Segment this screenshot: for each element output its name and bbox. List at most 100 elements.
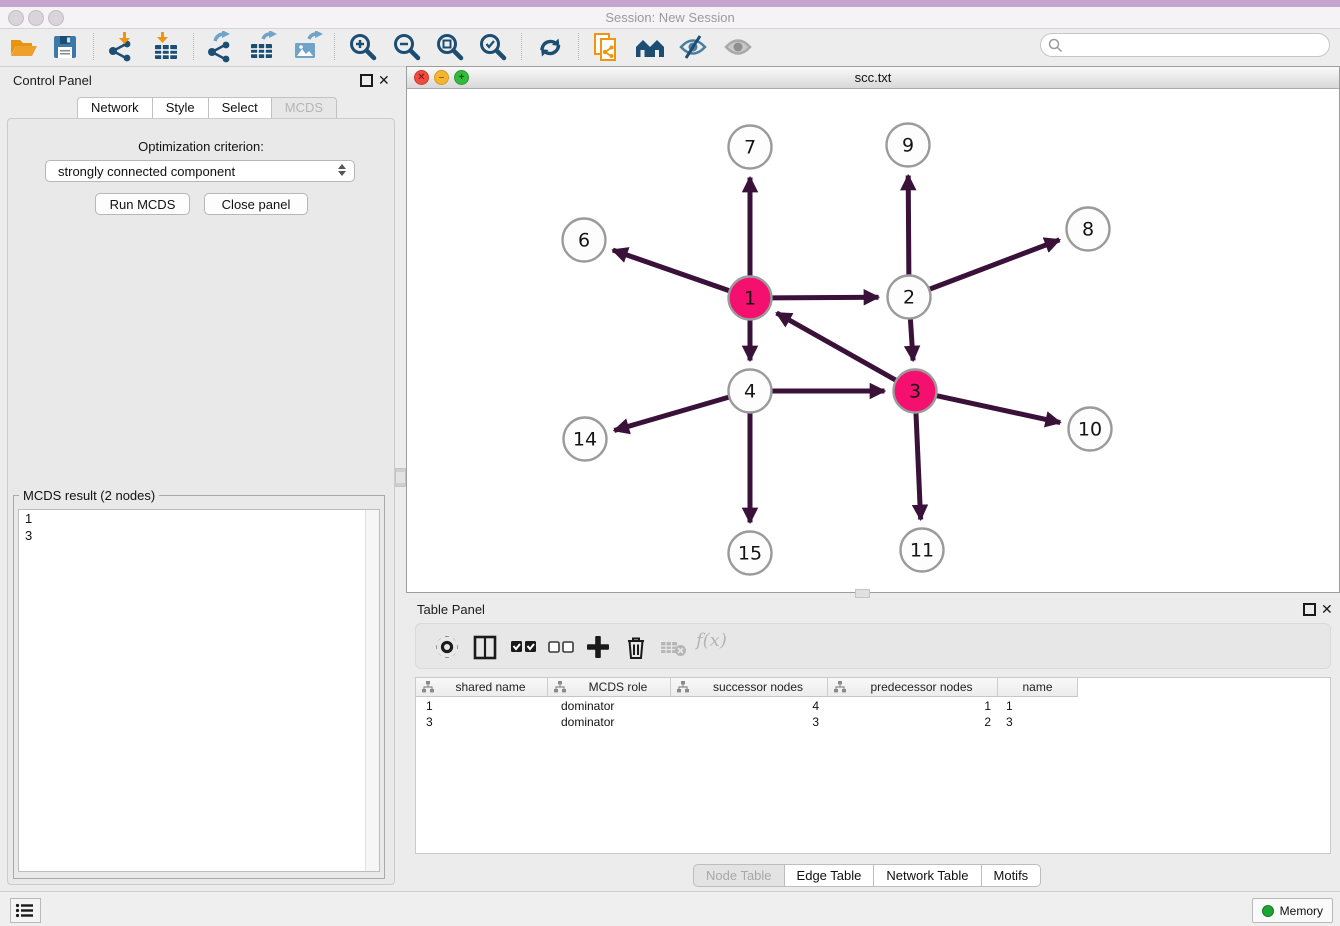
vertical-splitter-handle[interactable] — [395, 468, 406, 487]
minimize-window-button[interactable] — [28, 10, 44, 26]
delete-column-icon[interactable] — [621, 632, 651, 662]
node-table: shared name MCDS role successor nodes pr… — [415, 677, 1331, 854]
function-builder-icon[interactable]: f(x) — [696, 630, 726, 660]
zoom-fit-icon[interactable] — [434, 31, 466, 63]
chevron-updown-icon — [338, 164, 346, 176]
graph-edge-2-8[interactable] — [929, 240, 1059, 290]
show-log-console-button[interactable] — [10, 898, 41, 923]
graph-edge-3-10[interactable] — [936, 396, 1060, 423]
new-network-from-selection-icon[interactable] — [590, 31, 622, 63]
split-columns-icon[interactable] — [470, 632, 500, 662]
graph-edge-1-2[interactable] — [771, 297, 878, 298]
zoom-in-icon[interactable] — [347, 31, 379, 63]
maximize-window-button[interactable] — [48, 10, 64, 26]
graph-node-label: 1 — [744, 288, 756, 310]
tab-network-table[interactable]: Network Table — [873, 864, 980, 887]
column-header-predecessor-nodes[interactable]: predecessor nodes — [828, 678, 998, 696]
list-icon — [15, 903, 34, 918]
table-panel-tabs: Node Table Edge Table Network Table Moti… — [693, 864, 1041, 887]
hierarchy-icon — [677, 681, 689, 693]
refresh-layout-icon[interactable] — [534, 31, 566, 63]
main-toolbar — [0, 29, 1340, 67]
graph-node-label: 11 — [910, 540, 934, 562]
graph-edge-4-14[interactable] — [614, 397, 729, 430]
column-header-successor-nodes[interactable]: successor nodes — [671, 678, 828, 696]
table-float-panel-icon[interactable] — [1303, 603, 1316, 621]
table-row[interactable]: 3 dominator 3 2 3 — [416, 714, 1078, 730]
network-window-titlebar[interactable]: ✕ – + scc.txt — [407, 67, 1339, 89]
graph-node-label: 9 — [902, 135, 914, 157]
column-header-name[interactable]: name — [998, 678, 1078, 696]
tab-mcds[interactable]: MCDS — [271, 97, 337, 119]
graph-edge-3-1[interactable] — [777, 313, 897, 380]
memory-button[interactable]: Memory — [1252, 898, 1333, 923]
column-label: MCDS role — [566, 680, 670, 694]
optimization-criterion-select[interactable]: strongly connected component — [45, 160, 355, 182]
graph-node-label: 15 — [738, 543, 762, 565]
graph-node-label: 6 — [578, 230, 590, 252]
table-row[interactable]: 1 dominator 4 1 1 — [416, 698, 1078, 714]
column-label: name — [998, 680, 1077, 694]
deselect-all-icon[interactable] — [546, 632, 576, 662]
toolbar-separator — [334, 33, 335, 60]
control-panel-header: Control Panel ✕ — [0, 66, 400, 94]
open-folder-icon[interactable] — [7, 31, 39, 63]
zoom-out-icon[interactable] — [391, 31, 423, 63]
column-label: successor nodes — [689, 680, 827, 694]
result-scrollbar[interactable] — [365, 510, 379, 871]
control-panel-tabs: Network Style Select MCDS — [77, 97, 337, 119]
window-titlebar: Session: New Session — [0, 7, 1340, 29]
optimization-criterion-value: strongly connected component — [58, 164, 235, 179]
column-label: predecessor nodes — [846, 680, 997, 694]
tab-select[interactable]: Select — [208, 97, 271, 119]
table-header-row: shared name MCDS role successor nodes pr… — [416, 678, 1078, 697]
graph-edge-3-11[interactable] — [916, 412, 921, 519]
import-table-icon[interactable] — [150, 31, 182, 63]
search-input[interactable] — [1067, 35, 1321, 55]
export-image-icon[interactable] — [291, 31, 323, 63]
tab-node-table[interactable]: Node Table — [693, 864, 784, 887]
import-network-icon[interactable] — [104, 31, 136, 63]
export-table-icon[interactable] — [247, 31, 279, 63]
export-network-icon[interactable] — [203, 31, 235, 63]
control-panel-title: Control Panel — [13, 73, 92, 88]
tab-edge-table[interactable]: Edge Table — [784, 864, 874, 887]
tab-motifs[interactable]: Motifs — [981, 864, 1042, 887]
run-mcds-button[interactable]: Run MCDS — [95, 193, 190, 215]
table-panel-header: Table Panel ✕ — [406, 597, 1340, 623]
graph-edge-1-6[interactable] — [613, 250, 730, 291]
graph-edge-2-3[interactable] — [910, 318, 913, 360]
show-all-icon[interactable] — [722, 31, 754, 63]
select-all-icon[interactable] — [508, 632, 538, 662]
cell-predecessor-nodes: 2 — [828, 714, 991, 730]
column-header-shared-name[interactable]: shared name — [416, 678, 548, 696]
tab-style[interactable]: Style — [152, 97, 208, 119]
close-panel-button[interactable]: Close panel — [204, 193, 308, 215]
search-box — [1040, 33, 1330, 57]
network-canvas[interactable]: 1234678910111415 — [407, 89, 1337, 591]
float-panel-icon[interactable] — [360, 74, 373, 92]
delete-table-icon[interactable] — [658, 632, 688, 662]
column-header-mcds-role[interactable]: MCDS role — [548, 678, 671, 696]
mcds-result-group: MCDS result (2 nodes) 1 3 — [13, 495, 385, 879]
window-top-border — [0, 0, 1340, 7]
network-window-title: scc.txt — [407, 67, 1339, 88]
hide-selected-icon[interactable] — [677, 31, 709, 63]
cell-successor-nodes: 4 — [671, 698, 819, 714]
mcds-result-list[interactable]: 1 3 — [18, 509, 380, 872]
table-close-panel-icon[interactable]: ✕ — [1321, 603, 1333, 615]
close-panel-icon[interactable]: ✕ — [378, 74, 390, 86]
graph-edge-2-9[interactable] — [908, 175, 909, 275]
gear-icon[interactable] — [432, 632, 462, 662]
save-icon[interactable] — [49, 31, 81, 63]
optimization-criterion-label: Optimization criterion: — [8, 139, 394, 154]
mcds-result-value: 1 — [19, 510, 379, 527]
close-window-button[interactable] — [8, 10, 24, 26]
mcds-result-title: MCDS result (2 nodes) — [19, 488, 159, 503]
zoom-selected-icon[interactable] — [477, 31, 509, 63]
mcds-panel: Optimization criterion: strongly connect… — [7, 118, 395, 885]
cell-name: 3 — [1006, 714, 1013, 730]
tab-network[interactable]: Network — [77, 97, 152, 119]
add-column-icon[interactable] — [583, 632, 613, 662]
first-neighbors-icon[interactable] — [634, 31, 666, 63]
